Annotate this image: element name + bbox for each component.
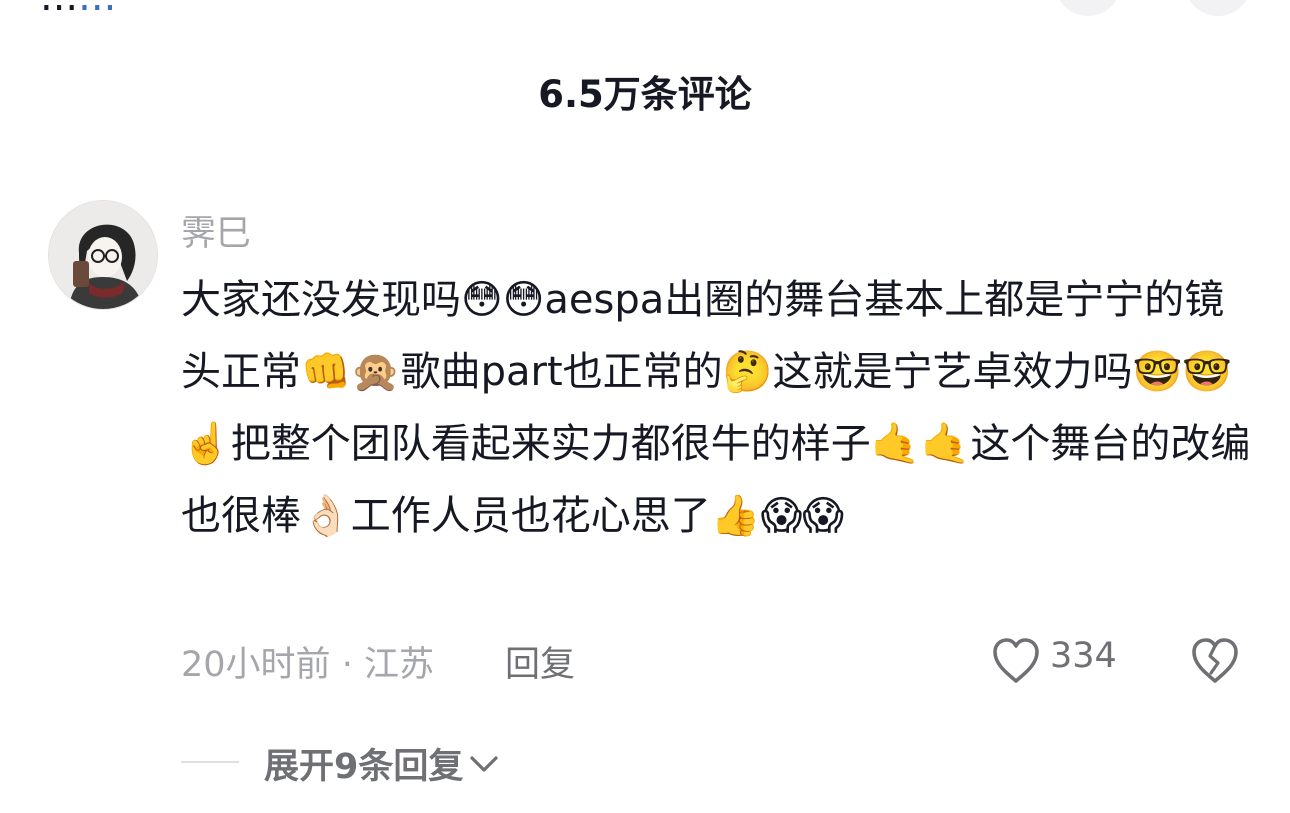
video-caption-partial: ...... (40, 0, 116, 20)
broken-heart-icon[interactable] (1190, 637, 1240, 685)
avatar[interactable] (48, 200, 158, 310)
reply-button[interactable]: 回复 (505, 636, 575, 687)
like-count: 334 (1050, 636, 1117, 676)
caption-partial-text: ... (40, 0, 78, 20)
meta-separator: · (341, 645, 353, 685)
comment-meta: 20小时前 · 江苏 (181, 636, 434, 687)
comment-location: 江苏 (363, 645, 434, 685)
comment-time: 20小时前 (181, 645, 331, 685)
comment-text: 大家还没发现吗😳😳aespa出圈的舞台基本上都是宁宁的镜头正常👊🙊歌曲part也… (181, 277, 1251, 539)
comment-username[interactable]: 霁巳 (181, 205, 251, 256)
top-partial-bar: ...... (0, 0, 1290, 22)
expand-replies-label: 展开9条回复 (264, 747, 464, 787)
expand-replies-button[interactable]: 展开9条回复 (264, 738, 499, 789)
replies-divider (181, 761, 239, 763)
top-round-button-left[interactable] (1055, 0, 1121, 16)
top-round-button-right[interactable] (1185, 0, 1251, 16)
heart-outline-icon[interactable] (991, 637, 1041, 685)
caption-partial-link[interactable]: ... (78, 0, 116, 20)
chevron-down-icon (470, 755, 498, 772)
comments-count-title: 6.5万条评论 (538, 73, 752, 116)
avatar-image (49, 201, 157, 309)
